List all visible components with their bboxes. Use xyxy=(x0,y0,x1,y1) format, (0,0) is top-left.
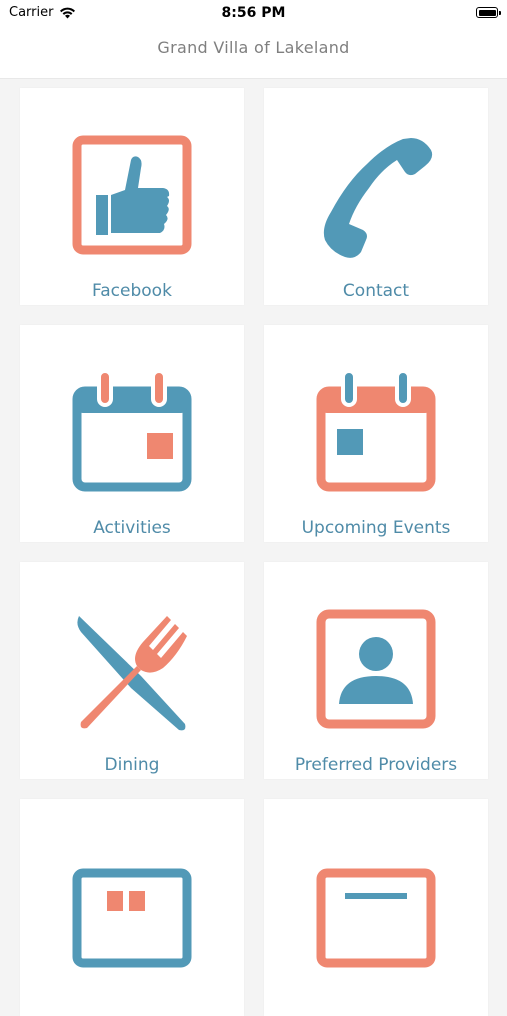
navigation-bar: Grand Villa of Lakeland xyxy=(0,28,507,79)
thumbs-up-icon xyxy=(72,135,192,255)
grid-icon xyxy=(316,868,436,968)
tile-grid: Facebook Contact Activities Upcoming Eve… xyxy=(0,80,507,1016)
status-bar: Carrier 8:56 PM xyxy=(0,0,507,28)
battery-icon xyxy=(476,7,501,18)
tile-label: Upcoming Events xyxy=(301,518,451,538)
user-icon xyxy=(316,609,436,729)
tile-label: Contact xyxy=(342,281,410,301)
tile-contact[interactable]: Contact xyxy=(264,88,488,305)
clock: 8:56 PM xyxy=(221,5,286,21)
tile-dining[interactable]: Dining xyxy=(20,562,244,779)
tile-label: Facebook xyxy=(92,281,172,301)
tile-label: Activities xyxy=(93,518,171,538)
fork-knife-icon xyxy=(77,616,187,731)
tile-label: Dining xyxy=(104,755,160,775)
tile-menu[interactable] xyxy=(20,799,244,1016)
calendar-icon xyxy=(72,369,192,492)
tile-facebook[interactable]: Facebook xyxy=(20,88,244,305)
tile-grid[interactable] xyxy=(264,799,488,1016)
calendar-icon xyxy=(316,369,436,492)
tile-preferred-providers[interactable]: Preferred Providers xyxy=(264,562,488,779)
menu-icon xyxy=(72,868,192,968)
page-title: Grand Villa of Lakeland xyxy=(157,38,350,57)
tile-upcoming-events[interactable]: Upcoming Events xyxy=(264,325,488,542)
phone-icon xyxy=(323,138,433,258)
tile-activities[interactable]: Activities xyxy=(20,325,244,542)
tile-label: Preferred Providers xyxy=(294,755,458,775)
